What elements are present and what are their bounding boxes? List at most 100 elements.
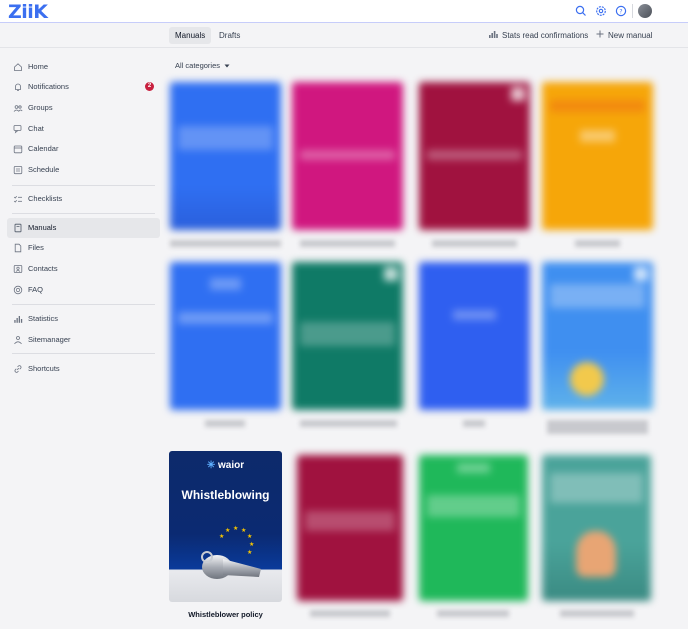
sidebar-item-statistics[interactable]: Statistics bbox=[7, 309, 160, 329]
sidebar-item-label: Statistics bbox=[28, 314, 59, 323]
snowflake-icon: ✳ bbox=[206, 460, 216, 471]
sidebar-item-label: Checklists bbox=[28, 194, 63, 203]
sidebar-item-label: FAQ bbox=[28, 285, 44, 294]
sidebar-item-schedule[interactable]: Schedule bbox=[7, 160, 160, 180]
contacts-icon bbox=[13, 264, 23, 274]
manual-card[interactable] bbox=[542, 262, 653, 410]
manual-card[interactable] bbox=[542, 455, 651, 601]
sidebar-item-checklists[interactable]: Checklists bbox=[7, 189, 160, 209]
sidebar-item-label: Chat bbox=[28, 124, 44, 133]
svg-text:★: ★ bbox=[241, 527, 246, 534]
manual-cover-text bbox=[457, 463, 490, 473]
category-filter-dropdown[interactable]: All categories bbox=[175, 60, 230, 70]
manual-cover-text bbox=[453, 310, 496, 320]
bell-icon bbox=[13, 82, 23, 92]
manual-card[interactable] bbox=[297, 455, 403, 601]
manual-cover-text bbox=[178, 126, 273, 150]
sidebar-divider bbox=[12, 185, 155, 186]
manual-caption bbox=[170, 240, 281, 247]
sidebar-divider bbox=[12, 304, 155, 305]
sidebar-item-files[interactable]: Files bbox=[7, 238, 160, 258]
gear-icon[interactable] bbox=[594, 4, 608, 18]
manual-caption bbox=[432, 240, 517, 247]
app-logo[interactable]: ZiiK bbox=[8, 1, 48, 23]
avatar[interactable] bbox=[638, 4, 652, 18]
stats-read-confirmations-button[interactable]: Stats read confirmations bbox=[489, 27, 588, 44]
manual-caption-whistleblower-policy[interactable]: Whistleblower policy bbox=[169, 610, 282, 619]
sidebar-item-faq[interactable]: FAQ bbox=[7, 280, 160, 300]
manual-icon bbox=[13, 223, 23, 233]
manual-cover-title: Whistleblowing bbox=[181, 488, 270, 502]
manual-caption bbox=[560, 610, 634, 617]
manual-cover-text bbox=[305, 511, 395, 531]
manual-caption bbox=[300, 240, 395, 247]
svg-text:★: ★ bbox=[247, 533, 252, 540]
plus-icon bbox=[596, 27, 604, 44]
checklist-icon bbox=[13, 194, 23, 204]
schedule-icon bbox=[13, 165, 23, 175]
manual-card[interactable] bbox=[292, 262, 403, 410]
statistics-icon bbox=[13, 314, 23, 324]
link-icon bbox=[13, 364, 23, 374]
manual-cover-text bbox=[427, 495, 520, 517]
illustration bbox=[576, 531, 616, 577]
sidebar-item-groups[interactable]: Groups bbox=[7, 98, 160, 118]
manual-cover-text bbox=[580, 130, 615, 142]
category-filter-label: All categories bbox=[175, 60, 221, 70]
tab-drafts[interactable]: Drafts bbox=[213, 27, 246, 44]
notification-badge: 2 bbox=[145, 82, 154, 91]
search-icon[interactable] bbox=[574, 4, 588, 18]
sidebar-item-shortcuts[interactable]: Shortcuts bbox=[7, 359, 160, 379]
manual-card[interactable] bbox=[419, 262, 530, 410]
tab-manuals[interactable]: Manuals bbox=[169, 27, 212, 44]
svg-text:★: ★ bbox=[225, 527, 230, 534]
manual-caption bbox=[547, 420, 648, 434]
manual-card[interactable] bbox=[170, 82, 281, 230]
manual-card[interactable] bbox=[419, 455, 528, 601]
sidebar-item-label: Files bbox=[28, 243, 44, 252]
sidebar-item-label: Calendar bbox=[28, 144, 59, 153]
new-manual-button[interactable]: New manual bbox=[596, 27, 652, 44]
help-icon[interactable]: ? bbox=[614, 4, 628, 18]
sidebar-item-contacts[interactable]: Contacts bbox=[7, 259, 160, 279]
faq-icon bbox=[13, 285, 23, 295]
manual-cover-text bbox=[550, 284, 645, 308]
manual-card[interactable] bbox=[292, 82, 403, 230]
sidebar-item-manuals[interactable]: Manuals bbox=[7, 218, 160, 238]
sidebar-item-sitemanager[interactable]: Sitemanager bbox=[7, 330, 160, 350]
manual-cover-text bbox=[210, 278, 241, 290]
manual-cover-text bbox=[178, 312, 273, 324]
manual-card[interactable] bbox=[542, 82, 653, 230]
manual-caption bbox=[437, 610, 509, 617]
sidebar-item-label: Home bbox=[28, 62, 49, 71]
brand-name: waior bbox=[218, 460, 245, 471]
calendar-icon bbox=[13, 144, 23, 154]
sidebar-item-calendar[interactable]: Calendar bbox=[7, 139, 160, 159]
manual-cover-text bbox=[300, 150, 395, 160]
sidebar-item-notifications[interactable]: Notifications 2 bbox=[7, 77, 160, 97]
manual-card[interactable] bbox=[419, 82, 530, 230]
topbar-divider bbox=[632, 4, 633, 18]
manual-caption bbox=[310, 610, 390, 617]
groups-icon bbox=[13, 103, 23, 113]
manual-cover-text bbox=[300, 322, 395, 346]
svg-text:★: ★ bbox=[233, 525, 238, 532]
manual-cover-text bbox=[427, 150, 522, 160]
sub-header: Manuals Drafts Stats read confirmations … bbox=[0, 23, 688, 48]
sidebar-divider bbox=[12, 353, 155, 354]
sidebar-item-label: Groups bbox=[28, 103, 53, 112]
home-icon bbox=[13, 62, 23, 72]
manual-cover-text bbox=[550, 473, 643, 503]
waior-logo: ✳ waior bbox=[169, 460, 282, 471]
sidebar-item-home[interactable]: Home bbox=[7, 57, 160, 77]
manual-card-whistleblowing[interactable]: ✳ waior Whistleblowing ★ ★ ★ ★ ★ ★ ★ bbox=[169, 451, 282, 602]
top-bar: ZiiK ? bbox=[0, 0, 688, 23]
svg-text:?: ? bbox=[619, 8, 622, 15]
sitemanager-icon bbox=[13, 335, 23, 345]
caret-down-icon bbox=[224, 61, 230, 70]
sidebar-item-label: Notifications bbox=[28, 82, 69, 91]
manual-card[interactable] bbox=[170, 262, 281, 410]
sidebar-item-chat[interactable]: Chat bbox=[7, 119, 160, 139]
file-icon bbox=[13, 243, 23, 253]
whistle-icon bbox=[201, 551, 261, 579]
